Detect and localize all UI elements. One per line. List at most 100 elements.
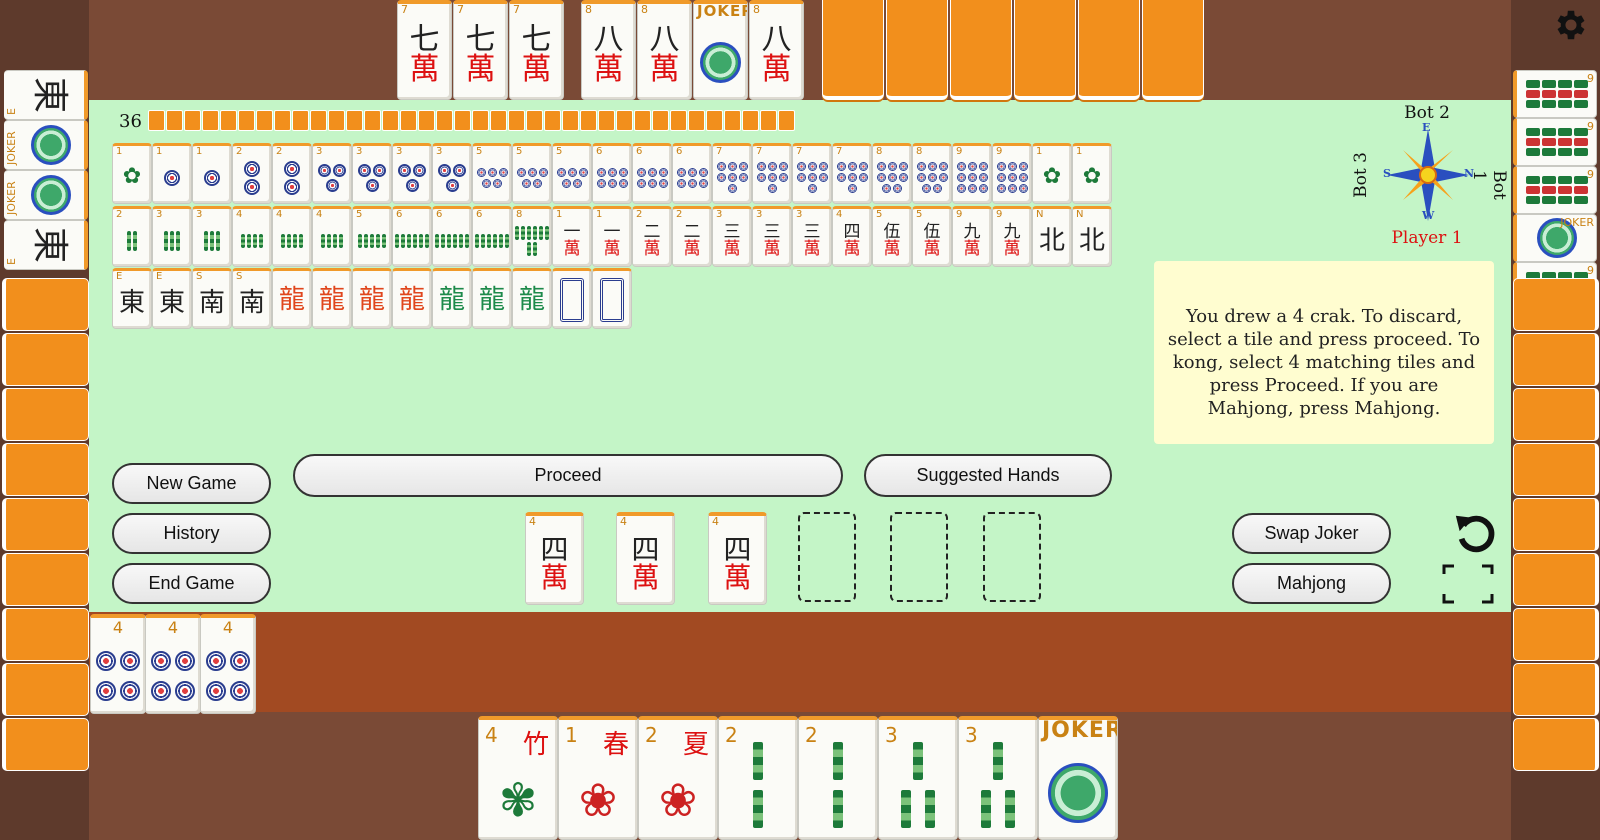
dot-circle — [204, 169, 220, 186]
tile-suit: 萬 — [923, 238, 941, 259]
dot-circle — [807, 173, 817, 182]
discard-tile: 5伍萬 — [872, 206, 912, 267]
staging-slot[interactable] — [798, 512, 856, 602]
dot-circle — [96, 680, 116, 701]
tile-suit: 萬 — [843, 238, 861, 259]
tile-number: 8 — [753, 3, 760, 16]
discard-tile: 6 — [392, 206, 432, 267]
bamboo-stick — [1573, 90, 1588, 98]
dot-circle — [887, 173, 897, 182]
tile-character: 九 — [1003, 221, 1021, 242]
staging-slot[interactable] — [890, 512, 948, 602]
wall-segment — [742, 110, 759, 131]
tile-number: 5 — [556, 146, 563, 157]
bamboo-stick — [1525, 100, 1540, 108]
wall-segment — [454, 110, 471, 131]
tile-number: 7 — [836, 146, 843, 157]
bamboo-stick — [333, 233, 337, 248]
wall-segment — [634, 110, 651, 131]
tile-number: JOKER — [1042, 718, 1118, 743]
dot-circle — [738, 162, 748, 171]
tile-number: 1 — [1076, 146, 1083, 157]
dot-circle — [687, 178, 697, 188]
compass-north: N — [1464, 167, 1475, 180]
dot-circle — [438, 163, 451, 177]
dragon-icon: 龍 — [398, 284, 425, 315]
suggested-hands-button[interactable]: Suggested Hands — [864, 454, 1112, 497]
crak-tile: 8八萬 — [581, 0, 636, 100]
tile-number: 3 — [196, 209, 203, 220]
discard-tile: 5 — [512, 143, 552, 204]
discard-tile: 1一萬 — [592, 206, 632, 267]
player-hand-tile[interactable]: 2 — [718, 716, 798, 840]
dot-circle — [767, 173, 777, 182]
dot-circle — [978, 173, 988, 182]
dot-pattern — [876, 162, 908, 193]
dot-circle — [1018, 162, 1028, 171]
end-game-button[interactable]: End Game — [112, 563, 271, 604]
tile-number: 7 — [401, 3, 408, 16]
wall-segment — [508, 110, 525, 131]
wall-segment — [238, 110, 255, 131]
wall-segment — [526, 110, 543, 131]
bamboo-pattern — [435, 233, 469, 248]
undo-icon[interactable] — [1452, 510, 1498, 556]
discard-tile: 6 — [472, 206, 512, 267]
tile-number: JOKER — [5, 131, 18, 165]
tile-character: 一 — [603, 221, 621, 242]
bamboo-stick — [1557, 80, 1572, 88]
tile-character: 伍 — [883, 221, 901, 242]
tile-back — [1513, 718, 1599, 771]
fullscreen-icon[interactable] — [1442, 564, 1494, 604]
tile-number: 3 — [316, 146, 323, 157]
bamboo-stick — [370, 233, 374, 248]
tile-number: 8 — [585, 3, 592, 16]
discard-tile: 3 — [192, 206, 232, 267]
staged-crak-tile[interactable]: 4四萬 — [616, 512, 675, 605]
compass-west: W — [1422, 209, 1435, 222]
dot-circle — [887, 162, 897, 171]
tile-suit: 萬 — [963, 238, 981, 259]
bot1-exposed-tile: JOKER — [1513, 214, 1597, 262]
new-game-button[interactable]: New Game — [112, 463, 271, 504]
bamboo-stick — [487, 233, 491, 248]
staged-crak-tile[interactable]: 4四萬 — [708, 512, 767, 605]
discard-tile: S南 — [192, 268, 232, 329]
dot-circle — [956, 184, 966, 193]
mahjong-button[interactable]: Mahjong — [1232, 563, 1391, 604]
staging-slot[interactable] — [983, 512, 1041, 602]
discard-tile: 5 — [552, 143, 592, 204]
discard-tile: 6 — [672, 143, 712, 204]
dot-circle — [453, 163, 466, 177]
bamboo-stick — [1573, 176, 1588, 184]
history-button[interactable]: History — [112, 513, 271, 554]
bamboo-stick — [1541, 80, 1556, 88]
player-hand-tile[interactable]: 2 夏 ❀ — [638, 716, 718, 840]
dot-circle — [727, 184, 737, 193]
tile-character: 四 — [540, 532, 569, 566]
staged-crak-tile[interactable]: 4四萬 — [525, 512, 584, 605]
player-hand-tile[interactable]: 3 — [958, 716, 1038, 840]
player-hand-tile[interactable]: 1 春 ❀ — [558, 716, 638, 840]
dot-circle — [373, 163, 386, 177]
gear-icon[interactable] — [1552, 6, 1590, 44]
dot-circle — [244, 160, 260, 177]
player-hand-tile[interactable]: 3 — [878, 716, 958, 840]
bamboo-pattern — [475, 233, 509, 248]
wall-segment — [652, 110, 669, 131]
crak-tile: 8八萬 — [637, 0, 692, 100]
tile-number: 9 — [996, 209, 1003, 220]
swap-joker-button[interactable]: Swap Joker — [1232, 513, 1391, 554]
dragon-seal-icon — [31, 175, 71, 215]
bamboo-row — [1525, 128, 1588, 136]
proceed-button[interactable]: Proceed — [293, 454, 843, 497]
dot-circle — [567, 167, 577, 177]
wall-segment — [616, 110, 633, 131]
player-hand-tile[interactable]: 2 — [798, 716, 878, 840]
dot-circle — [1007, 162, 1017, 171]
tile-suit: 萬 — [593, 52, 624, 88]
player-hand-tile[interactable]: 4 竹 ✾ — [478, 716, 558, 840]
bamboo-row — [1525, 100, 1588, 108]
dot-pattern — [556, 167, 588, 188]
tile-back — [2, 608, 89, 661]
